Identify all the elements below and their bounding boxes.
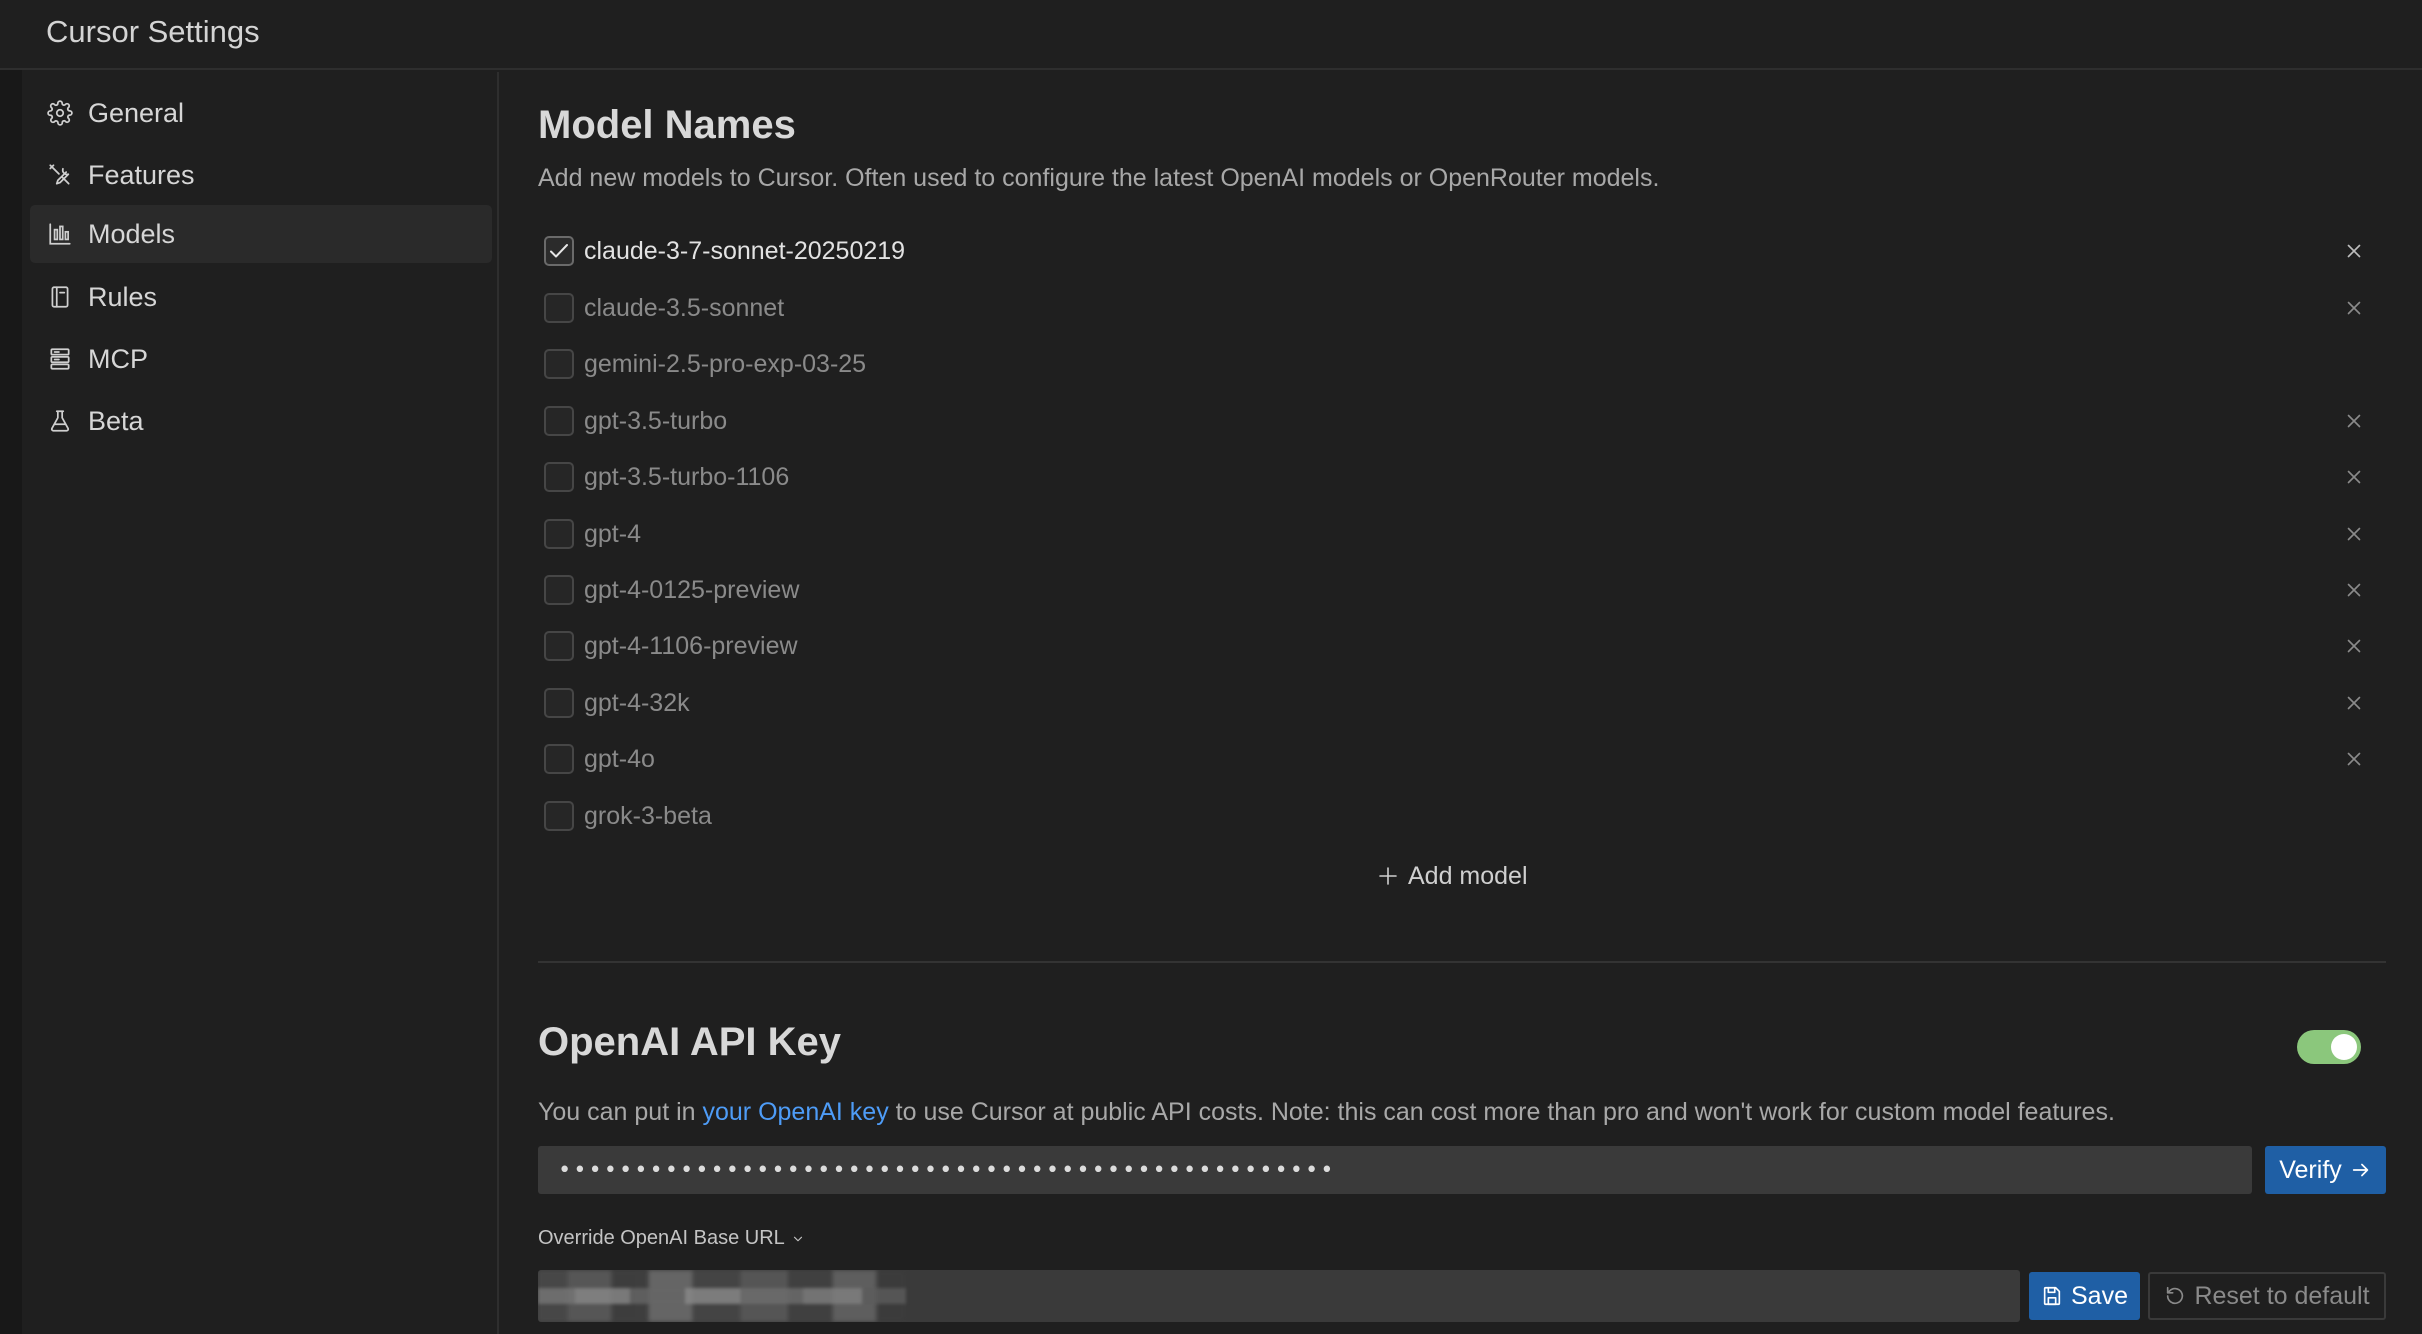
verify-label: Verify: [2279, 1155, 2342, 1184]
sidebar-item-features[interactable]: Features: [30, 146, 492, 204]
openai-key-link[interactable]: your OpenAI key: [703, 1098, 889, 1126]
book-icon: [46, 283, 74, 311]
left-gutter: [0, 70, 22, 1334]
model-row: grok-3-beta: [544, 794, 2384, 838]
remove-model-icon[interactable]: [2340, 689, 2368, 717]
sidebar-item-rules[interactable]: Rules: [30, 268, 492, 326]
chevron-down-icon: [793, 1236, 802, 1241]
model-checkbox[interactable]: [544, 688, 574, 718]
toggle-knob: [2331, 1034, 2357, 1060]
model-row: gpt-3.5-turbo-1106: [544, 455, 2384, 499]
openai-section-description: You can put in your OpenAI key to use Cu…: [538, 1098, 2115, 1127]
remove-model-icon[interactable]: [2340, 745, 2368, 773]
sidebar-item-label: MCP: [88, 343, 148, 374]
title-bar: Cursor Settings: [0, 0, 2422, 70]
sidebar-item-models[interactable]: Models: [30, 205, 492, 263]
section-divider: [538, 961, 2386, 963]
model-checkbox[interactable]: [544, 801, 574, 831]
model-checkbox[interactable]: [544, 406, 574, 436]
model-row: claude-3-7-sonnet-20250219: [544, 229, 2384, 273]
verify-button[interactable]: Verify: [2265, 1146, 2386, 1194]
api-key-value: ••••••••••••••••••••••••••••••••••••••••…: [558, 1157, 1336, 1183]
model-name: gpt-3.5-turbo: [584, 406, 728, 435]
sidebar-item-mcp[interactable]: MCP: [30, 330, 492, 388]
models-section-description: Add new models to Cursor. Often used to …: [538, 164, 1660, 192]
window-title: Cursor Settings: [46, 14, 260, 49]
openai-section-title: OpenAI API Key: [538, 1020, 842, 1064]
model-checkbox[interactable]: [544, 349, 574, 379]
save-label: Save: [2071, 1281, 2128, 1310]
remove-model-icon[interactable]: [2340, 520, 2368, 548]
model-name: gpt-4-32k: [584, 688, 690, 717]
openai-key-toggle[interactable]: [2297, 1030, 2361, 1064]
model-row: claude-3.5-sonnet: [544, 286, 2384, 330]
gear-icon: [46, 99, 74, 127]
model-checkbox[interactable]: [544, 519, 574, 549]
tools-icon: [46, 161, 74, 189]
remove-model-icon[interactable]: [2340, 407, 2368, 435]
settings-main: Model Names Add new models to Cursor. Of…: [500, 72, 2422, 1334]
settings-sidebar: General Features Models Rules MCP Beta: [22, 72, 499, 1334]
sidebar-item-beta[interactable]: Beta: [30, 392, 492, 450]
model-name: grok-3-beta: [584, 801, 712, 830]
model-row: gpt-4: [544, 512, 2384, 556]
model-name: claude-3-7-sonnet-20250219: [584, 236, 906, 265]
model-row: gpt-3.5-turbo: [544, 399, 2384, 443]
model-name: gpt-4o: [584, 744, 655, 773]
model-row: gpt-4o: [544, 737, 2384, 781]
desc-prefix: You can put in: [538, 1098, 703, 1126]
sidebar-item-label: Models: [88, 218, 176, 249]
model-checkbox[interactable]: [544, 575, 574, 605]
checkmark-icon: [550, 244, 568, 258]
save-button[interactable]: Save: [2029, 1272, 2140, 1320]
model-name: gpt-4-1106-preview: [584, 631, 798, 660]
arrow-right-icon: [2352, 1163, 2369, 1177]
server-icon: [46, 345, 74, 373]
add-model-button[interactable]: Add model: [1376, 858, 1528, 894]
bar-chart-icon: [46, 220, 74, 248]
override-base-url-toggle[interactable]: Override OpenAI Base URL: [538, 1227, 805, 1250]
sidebar-item-label: General: [88, 97, 185, 128]
remove-model-icon[interactable]: [2340, 576, 2368, 604]
model-row: gemini-2.5-pro-exp-03-25: [544, 342, 2384, 386]
sidebar-item-label: Beta: [88, 405, 144, 436]
sidebar-item-general[interactable]: General: [30, 84, 492, 142]
flask-icon: [46, 407, 74, 435]
model-name: gemini-2.5-pro-exp-03-25: [584, 349, 867, 378]
sidebar-item-label: Features: [88, 159, 195, 190]
model-name: gpt-4: [584, 519, 641, 548]
reset-label: Reset to default: [2194, 1281, 2370, 1310]
reset-icon: [2167, 1286, 2184, 1305]
model-row: gpt-4-0125-preview: [544, 568, 2384, 612]
reset-to-default-button[interactable]: Reset to default: [2148, 1272, 2386, 1320]
sidebar-item-label: Rules: [88, 281, 158, 312]
model-row: gpt-4-1106-preview: [544, 624, 2384, 668]
model-name: gpt-3.5-turbo-1106: [584, 462, 790, 491]
remove-model-icon[interactable]: [2340, 294, 2368, 322]
model-checkbox[interactable]: [544, 744, 574, 774]
models-section-title: Model Names: [538, 103, 796, 147]
plus-icon: [1379, 867, 1397, 885]
redacted-url-text: [538, 1288, 906, 1304]
save-icon: [2043, 1286, 2061, 1306]
base-url-input[interactable]: [538, 1270, 2020, 1322]
model-name: claude-3.5-sonnet: [584, 293, 785, 322]
model-checkbox[interactable]: [544, 236, 574, 266]
model-checkbox[interactable]: [544, 631, 574, 661]
remove-model-icon[interactable]: [2340, 237, 2368, 265]
model-checkbox[interactable]: [544, 293, 574, 323]
desc-suffix: to use Cursor at public API costs. Note:…: [888, 1098, 2115, 1126]
add-model-label: Add model: [1408, 861, 1528, 890]
override-label: Override OpenAI Base URL: [538, 1227, 785, 1249]
model-row: gpt-4-32k: [544, 681, 2384, 725]
model-checkbox[interactable]: [544, 462, 574, 492]
remove-model-icon[interactable]: [2340, 463, 2368, 491]
remove-model-icon[interactable]: [2340, 632, 2368, 660]
api-key-input[interactable]: ••••••••••••••••••••••••••••••••••••••••…: [538, 1146, 2252, 1194]
model-name: gpt-4-0125-preview: [584, 575, 800, 604]
